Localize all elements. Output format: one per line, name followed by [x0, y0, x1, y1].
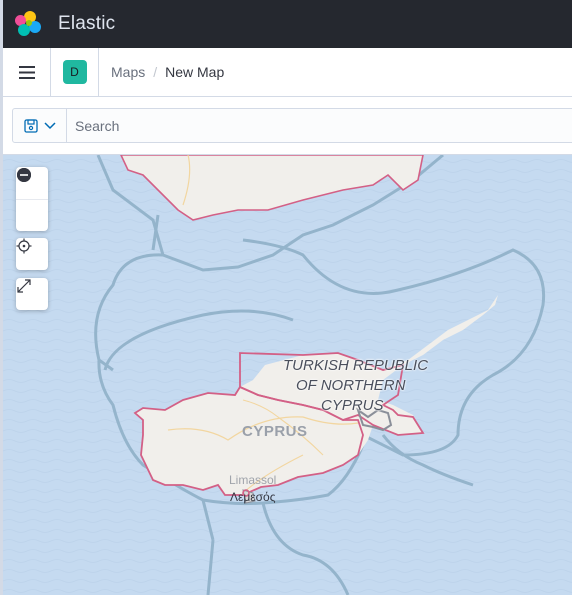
saved-query-button[interactable] — [13, 109, 67, 142]
set-view-control — [16, 238, 48, 270]
map-label-trnc-line1: TURKISH REPUBLIC — [283, 357, 429, 374]
brand-name: Elastic — [58, 13, 116, 34]
breadcrumb: Maps / New Map — [111, 64, 224, 80]
search-input[interactable] — [67, 109, 572, 142]
breadcrumb-new-map: New Map — [165, 64, 225, 80]
map-label-cyprus: CYPRUS — [242, 423, 308, 440]
query-field — [12, 108, 572, 143]
map-label-limassol-greek: Λεμεσός — [230, 490, 276, 504]
query-bar — [3, 97, 572, 155]
chevron-down-icon — [43, 121, 56, 129]
breadcrumb-maps[interactable]: Maps — [111, 64, 145, 80]
hamburger-icon — [18, 65, 35, 79]
top-bar: Elastic — [3, 0, 572, 48]
save-icon — [23, 118, 38, 133]
map-canvas[interactable]: TURKISH REPUBLIC OF NORTHERN CYPRUS CYPR… — [3, 155, 572, 595]
minus-circle-icon — [17, 168, 31, 182]
elastic-logo-icon[interactable] — [15, 11, 41, 37]
breadcrumb-separator: / — [153, 64, 158, 80]
space-selector[interactable]: D — [51, 47, 99, 97]
menu-button[interactable] — [3, 47, 51, 97]
fit-to-data-button[interactable] — [16, 278, 48, 310]
set-view-button[interactable] — [16, 238, 48, 270]
map-label-trnc-line2: OF NORTHERN — [296, 377, 406, 394]
zoom-out-button[interactable] — [16, 168, 48, 231]
zoom-controls — [16, 167, 48, 231]
map-label-trnc: TURKISH REPUBLIC OF NORTHERN CYPRUS — [283, 356, 428, 416]
map-label-limassol: Limassol — [229, 473, 277, 487]
space-avatar: D — [62, 60, 87, 84]
fit-to-data-control — [16, 278, 48, 310]
expand-icon — [17, 279, 31, 293]
header-bar: D Maps / New Map — [3, 47, 572, 97]
map-label-trnc-line3: CYPRUS — [321, 397, 384, 414]
app-window: Elastic D Maps / New Map Search TURKISH … — [0, 0, 572, 595]
crosshair-icon — [16, 238, 32, 254]
